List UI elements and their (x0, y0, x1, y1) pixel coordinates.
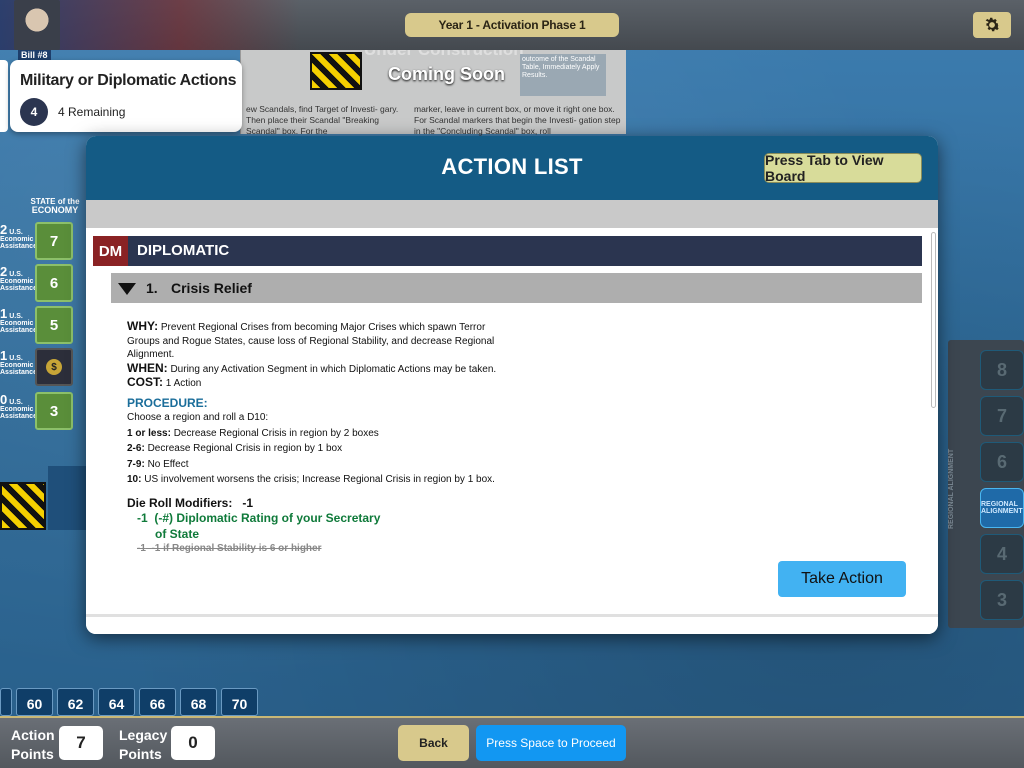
economy-row-label: 2 U.S. Economic Assistance (0, 222, 37, 250)
score-cell: 70 (221, 688, 258, 716)
gear-icon (985, 17, 1000, 32)
modal-footer-divider (86, 614, 938, 634)
procedure-step: 2-6: Decrease Regional Crisis in region … (127, 443, 343, 454)
action-name: Crisis Relief (171, 280, 252, 296)
score-cell: 64 (98, 688, 135, 716)
regional-alignment-box[interactable]: 8 (980, 350, 1024, 390)
economy-box[interactable]: 5 (35, 306, 73, 344)
action-points-label: Action Points (11, 727, 55, 762)
cost-section: COST: 1 Action (127, 375, 202, 389)
economy-track-title: STATE of the ECONOMY (30, 197, 80, 215)
category-header-diplomatic[interactable]: DM DIPLOMATIC (93, 236, 922, 266)
board-rules-text-left: ew Scandals, find Target of Investi- gar… (246, 104, 399, 136)
board-rules-text-right: marker, leave in current box, or move it… (414, 104, 621, 136)
regional-alignment-box[interactable]: 6 (980, 442, 1024, 482)
regional-alignment-box[interactable]: 3 (980, 580, 1024, 620)
action-list-modal: ACTION LIST Press Tab to View Board DM D… (86, 136, 938, 634)
action-details: WHY: Prevent Regional Crises from becomi… (127, 319, 511, 556)
procedure-step: 1 or less: Decrease Regional Crisis in r… (127, 427, 379, 439)
board-mini-box: outcome of the Scandal Table, Immediatel… (520, 54, 606, 96)
action-points-value: 7 (59, 726, 103, 760)
regional-alignment-label: REGIONAL ALIGNMENT (948, 448, 955, 530)
die-roll-modifiers: Die Roll Modifiers: -1 (127, 495, 254, 510)
phase-indicator: Year 1 - Activation Phase 1 (405, 13, 619, 37)
under-construction-panel (48, 466, 88, 530)
economy-row: 2 U.S. Economic Assistance 7 (0, 222, 80, 260)
modifier-active: -1 (-#) Diplomatic Rating of your Secret… (137, 511, 381, 541)
score-cell: 60 (16, 688, 53, 716)
player-label: Bill #8 (18, 50, 51, 60)
economy-row-label: 1 U.S. Economic Assistance (0, 306, 37, 334)
economy-row: 1 U.S. Economic Assistance $ (0, 348, 80, 386)
take-action-button[interactable]: Take Action (778, 561, 906, 597)
action-counter-badge: 4 (20, 98, 48, 126)
settings-button[interactable] (973, 12, 1011, 38)
economy-row-label: 0 U.S. Economic Assistance (0, 392, 37, 420)
coming-soon-sign-icon (310, 52, 362, 90)
president-portrait[interactable] (14, 0, 60, 50)
regional-alignment-box[interactable]: 7 (980, 396, 1024, 436)
economy-box[interactable]: 6 (35, 264, 73, 302)
score-track: 60 62 64 66 68 70 (0, 688, 262, 716)
score-cell: 62 (57, 688, 94, 716)
action-counter-remaining: 4 Remaining (58, 105, 126, 119)
back-button[interactable]: Back (398, 725, 469, 761)
procedure-intro: Choose a region and roll a D10: (127, 412, 269, 423)
when-section: WHEN: During any Activation Segment in w… (127, 360, 497, 375)
category-code-badge: DM (93, 236, 128, 266)
modal-subheader (86, 200, 938, 228)
economy-row: 1 U.S. Economic Assistance 5 (0, 306, 80, 344)
left-panel-edge (0, 60, 8, 132)
economy-row-label: 2 U.S. Economic Assistance (0, 264, 37, 292)
view-board-button[interactable]: Press Tab to View Board (764, 152, 922, 184)
proceed-button[interactable]: Press Space to Proceed (476, 725, 626, 761)
modal-scrollbar-thumb[interactable] (931, 232, 936, 408)
chevron-down-icon (118, 283, 136, 295)
action-number: 1. (146, 280, 158, 296)
score-cell: 66 (139, 688, 176, 716)
legacy-points-label: Legacy Points (119, 727, 168, 762)
action-item-crisis-relief[interactable]: 1. Crisis Relief (111, 273, 922, 303)
why-section: WHY: Prevent Regional Crises from becomi… (127, 319, 495, 360)
regional-alignment-marker[interactable]: REGIONAL ALIGNMENT (980, 488, 1024, 528)
coming-soon-label: Coming Soon (388, 64, 505, 84)
regional-alignment-box[interactable]: 4 (980, 534, 1024, 574)
procedure-heading: PROCEDURE: (127, 395, 208, 410)
dollar-coin-icon: $ (46, 359, 62, 375)
action-counter-title: Military or Diplomatic Actions (20, 72, 237, 89)
economy-row: 2 U.S. Economic Assistance 6 (0, 264, 80, 302)
action-counter-card: Military or Diplomatic Actions 4 4 Remai… (10, 60, 242, 132)
score-cell (0, 688, 12, 716)
economy-box[interactable]: 3 (35, 392, 73, 430)
category-name: DIPLOMATIC (137, 242, 230, 259)
economy-box[interactable]: 7 (35, 222, 73, 260)
economy-row-label: 1 U.S. Economic Assistance (0, 348, 37, 376)
legacy-points-value: 0 (171, 726, 215, 760)
economy-marker[interactable]: $ (35, 348, 73, 386)
modifier-inactive: -1 -1 if Regional Stability is 6 or high… (137, 543, 322, 554)
under-construction-sign-icon (0, 482, 46, 530)
economy-row: 0 U.S. Economic Assistance 3 (0, 392, 80, 430)
procedure-step: 10: US involvement worsens the crisis; I… (127, 474, 495, 485)
score-cell: 68 (180, 688, 217, 716)
procedure-step: 7-9: No Effect (127, 458, 189, 470)
